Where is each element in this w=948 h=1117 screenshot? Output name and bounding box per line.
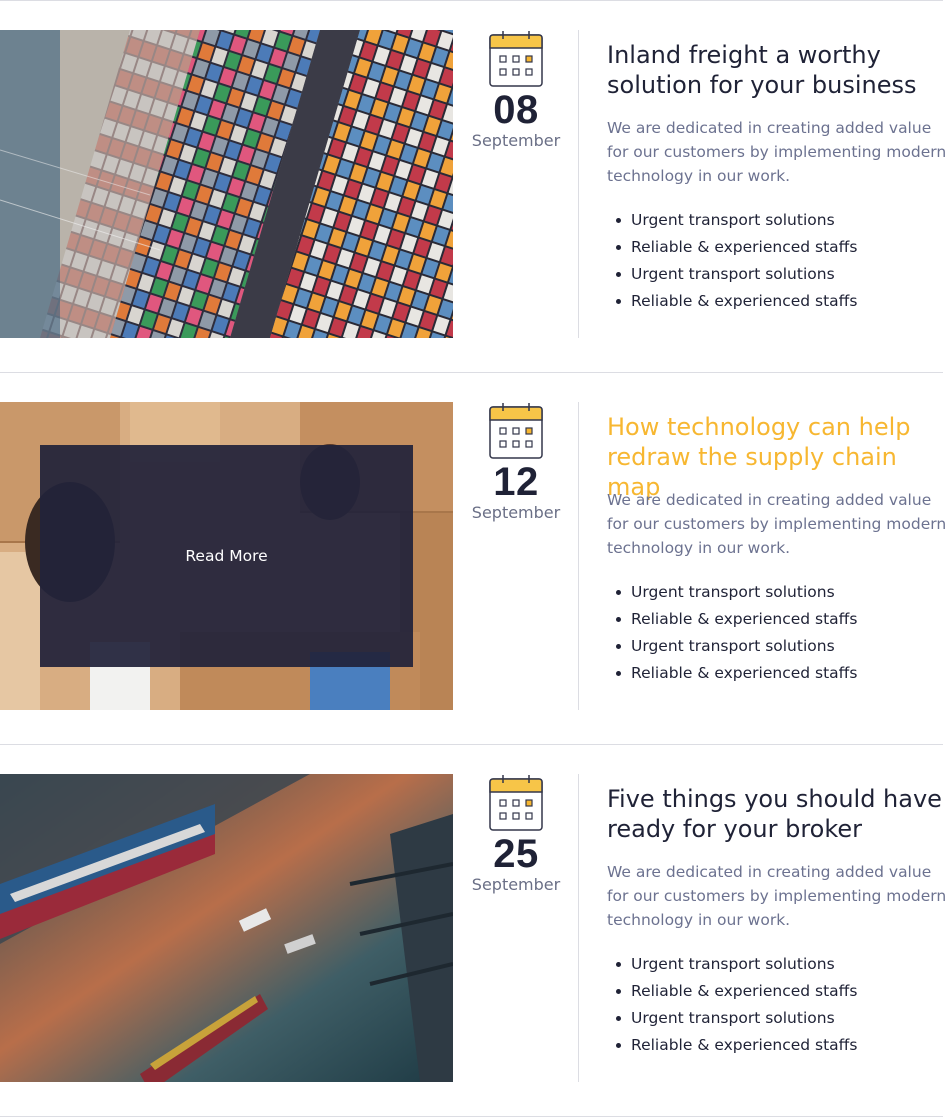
post-title[interactable]: Five things you should have ready for yo… xyxy=(607,784,947,844)
blog-post: 08 September Inland freight a worthy sol… xyxy=(0,30,948,338)
bullet-item: Urgent transport solutions xyxy=(614,1005,857,1032)
cargo-port-image xyxy=(0,774,453,1082)
bullet-item: Reliable & experienced staffs xyxy=(614,1032,857,1059)
vertical-divider xyxy=(578,30,579,338)
post-month: September xyxy=(471,131,561,150)
post-bullet-list: Urgent transport solutions Reliable & ex… xyxy=(614,207,857,315)
bullet-dot-icon xyxy=(616,1016,621,1021)
vertical-divider xyxy=(578,402,579,710)
bullet-dot-icon xyxy=(616,644,621,649)
divider xyxy=(0,372,943,373)
calendar-icon xyxy=(489,31,543,87)
divider xyxy=(0,0,943,1)
blog-post: 25 September Five things you should have… xyxy=(0,774,948,1082)
bullet-dot-icon xyxy=(616,272,621,277)
bullet-dot-icon xyxy=(616,962,621,967)
bullet-dot-icon xyxy=(616,245,621,250)
bullet-dot-icon xyxy=(616,671,621,676)
post-day: 08 xyxy=(493,88,539,132)
read-more-overlay[interactable]: Read More xyxy=(40,445,413,667)
blog-post: Read More 12 September How technology ca… xyxy=(0,402,948,710)
bullet-item: Reliable & experienced staffs xyxy=(614,288,857,315)
post-image-cargo-port[interactable] xyxy=(0,774,453,1082)
bullet-item: Reliable & experienced staffs xyxy=(614,234,857,261)
post-date: 25 September xyxy=(470,774,562,895)
bullet-item: Reliable & experienced staffs xyxy=(614,660,857,687)
post-description: We are dedicated in creating added value… xyxy=(607,119,947,185)
bullet-item: Urgent transport solutions xyxy=(614,951,857,978)
post-bullet-list: Urgent transport solutions Reliable & ex… xyxy=(614,951,857,1059)
bullet-item: Urgent transport solutions xyxy=(614,633,857,660)
bullet-item: Urgent transport solutions xyxy=(614,261,857,288)
bullet-item: Reliable & experienced staffs xyxy=(614,606,857,633)
post-description: We are dedicated in creating added value… xyxy=(607,863,947,929)
divider xyxy=(0,744,943,745)
bullet-item: Reliable & experienced staffs xyxy=(614,978,857,1005)
post-month: September xyxy=(471,875,561,894)
post-image-people-boxes[interactable]: Read More xyxy=(0,402,453,710)
post-date: 12 September xyxy=(470,402,562,523)
bullet-dot-icon xyxy=(616,989,621,994)
bullet-dot-icon xyxy=(616,590,621,595)
post-month: September xyxy=(471,503,561,522)
bullet-dot-icon xyxy=(616,218,621,223)
bullet-dot-icon xyxy=(616,1043,621,1048)
vertical-divider xyxy=(578,774,579,1082)
post-description: We are dedicated in creating added value… xyxy=(607,491,947,557)
bullet-dot-icon xyxy=(616,617,621,622)
bullet-item: Urgent transport solutions xyxy=(614,207,857,234)
post-title[interactable]: Inland freight a worthy solution for you… xyxy=(607,40,947,100)
post-bullet-list: Urgent transport solutions Reliable & ex… xyxy=(614,579,857,687)
post-date: 08 September xyxy=(470,30,562,151)
post-image-container-yard[interactable] xyxy=(0,30,453,338)
calendar-icon xyxy=(489,775,543,831)
post-day: 12 xyxy=(493,460,539,504)
bullet-dot-icon xyxy=(616,299,621,304)
container-yard-image xyxy=(0,30,453,338)
calendar-icon xyxy=(489,403,543,459)
post-day: 25 xyxy=(493,832,539,876)
bullet-item: Urgent transport solutions xyxy=(614,579,857,606)
read-more-link[interactable]: Read More xyxy=(185,547,267,565)
